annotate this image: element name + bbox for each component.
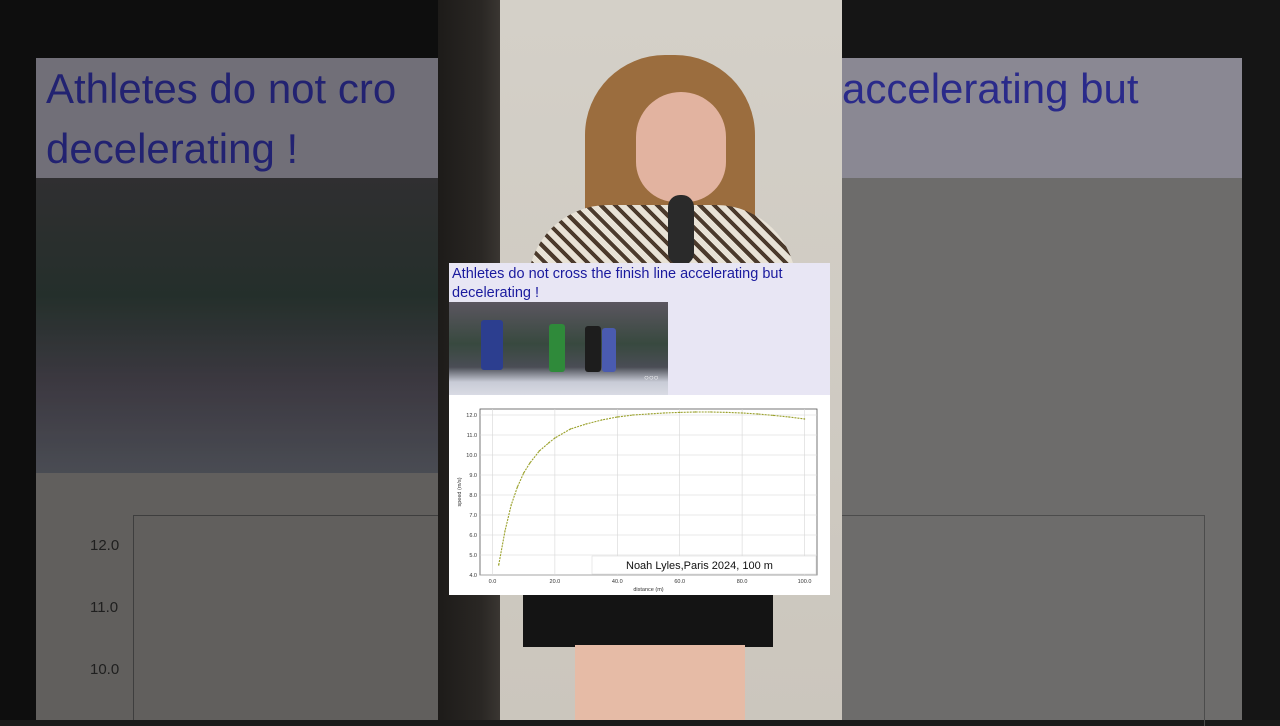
y-tick-label: 4.0 [469, 573, 477, 579]
data-point [585, 423, 587, 425]
bg-tick-11: 11.0 [90, 599, 119, 616]
plot-area [479, 408, 818, 576]
data-point [663, 412, 665, 414]
data-point [498, 564, 500, 566]
y-tick-label: 5.0 [469, 553, 477, 559]
data-point [710, 411, 712, 413]
data-point [547, 442, 550, 444]
speaker-skirt [523, 595, 773, 647]
data-point [510, 504, 512, 506]
data-point [529, 462, 531, 464]
y-tick-label: 9.0 [469, 473, 477, 479]
runner-black [585, 326, 601, 372]
x-tick-label: 40.0 [612, 579, 623, 585]
bg-tick-10: 10.0 [90, 661, 120, 678]
data-point [772, 414, 775, 417]
data-point [803, 418, 806, 420]
bg-title-line2: decelerating ! [46, 125, 299, 172]
data-point [569, 428, 572, 430]
legend-label: Noah Lyles,Paris 2024, 100 m [626, 560, 773, 572]
microphone-icon [668, 195, 694, 265]
x-tick-label: 80.0 [737, 579, 748, 585]
data-point [694, 411, 697, 413]
data-point [632, 414, 634, 416]
data-point [554, 437, 556, 439]
data-point [516, 486, 519, 488]
race-finish-photo: ○○○ [449, 302, 668, 395]
x-tick-label: 20.0 [550, 579, 561, 585]
speed-chart: 0.0 20.0 40.0 60.0 80.0 100.0 4.0 5.0 6.0 7.0 8.0 9… [449, 395, 830, 595]
data-point [538, 450, 540, 452]
data-point [757, 413, 759, 415]
x-tick-label: 60.0 [674, 579, 685, 585]
data-point [725, 411, 728, 414]
y-tick-label: 11.0 [467, 433, 477, 439]
x-tick-label: 0.0 [489, 579, 497, 585]
background-left: Athletes do not cro decelerating ! 12.0 … [0, 0, 438, 720]
slide-title-band: Athletes do not cross the finish line ac… [449, 263, 830, 395]
bg-title-line1: Athletes do not cro [46, 65, 397, 112]
x-tick-label: 100.0 [798, 579, 812, 585]
data-point [616, 416, 618, 418]
data-point [600, 419, 603, 421]
data-point [788, 416, 790, 418]
bg-plot-frame-right [842, 515, 1205, 726]
runner-usa-1 [481, 320, 503, 370]
y-axis-label: speed (m/s) [457, 477, 463, 506]
bg-tick-12: 12.0 [90, 537, 120, 554]
speaker-legs [575, 645, 745, 720]
y-tick-label: 7.0 [469, 513, 477, 519]
data-point [741, 412, 743, 414]
runner-green [549, 324, 565, 372]
data-point [504, 530, 506, 532]
y-tick-label: 6.0 [469, 533, 477, 539]
speaker-face [636, 92, 726, 202]
y-tick-label: 8.0 [469, 493, 477, 499]
bg-title-right-text: accelerating but [842, 65, 1139, 112]
slide-title: Athletes do not cross the finish line ac… [452, 266, 783, 301]
bg-race-photo [36, 178, 438, 473]
bg-title-left: Athletes do not cro decelerating ! [36, 58, 438, 178]
x-axis-label: distance (m) [633, 587, 663, 593]
runner-usa-2 [602, 328, 616, 372]
olympic-rings-icon: ○○○ [644, 373, 659, 382]
data-point [647, 413, 650, 415]
inset-slide: Athletes do not cross the finish line ac… [449, 263, 830, 595]
bg-plot-frame-left [133, 515, 438, 720]
y-tick-label: 10.0 [466, 453, 477, 459]
bg-title-right: accelerating but [842, 58, 1242, 178]
y-tick-label: 12.0 [466, 413, 477, 419]
speed-chart-svg: 0.0 20.0 40.0 60.0 80.0 100.0 4.0 5.0 6.0 7.0 8.0 9… [457, 408, 818, 593]
data-point [679, 411, 681, 414]
data-point [522, 472, 525, 474]
